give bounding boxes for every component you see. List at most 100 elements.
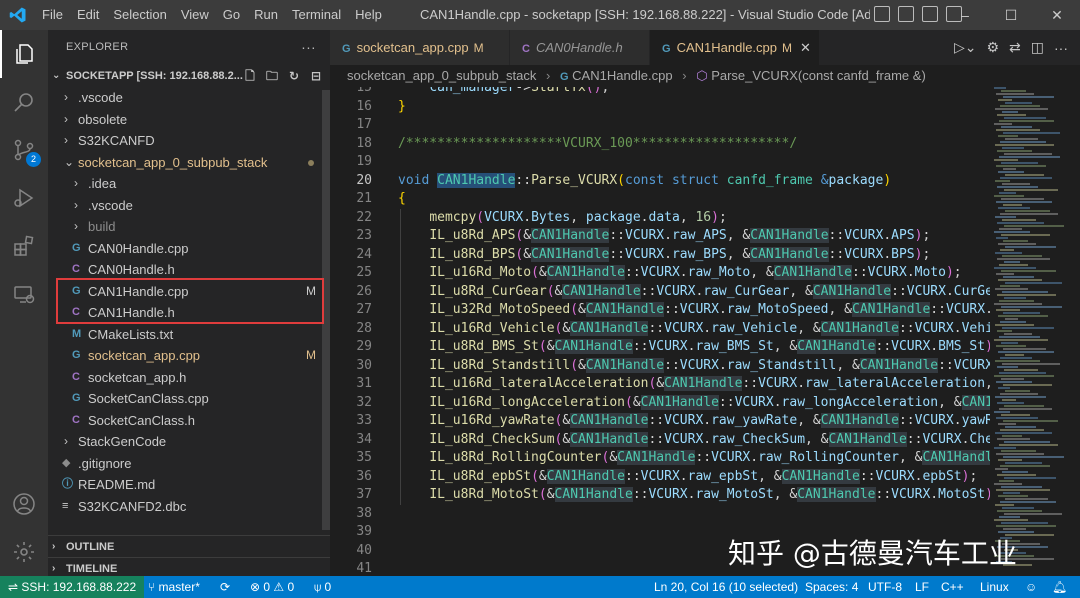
code-line[interactable]: 31 IL_u16Rd_lateralAcceleration(&CAN1Han…: [330, 375, 990, 394]
menu-go[interactable]: Go: [216, 0, 247, 30]
workspace-root[interactable]: ⌄ SOCKETAPP [SSH: 192.168.88.2... 🗋 🗀 ↻ …: [48, 65, 330, 87]
minimap-line: [999, 120, 1054, 122]
maximize-button[interactable]: ☐: [988, 0, 1034, 30]
tree-folder-stackgencode[interactable]: › StackGenCode: [48, 431, 330, 453]
tree-folder-idea[interactable]: › .idea: [48, 173, 330, 195]
code-line[interactable]: 38: [330, 505, 990, 524]
new-file-icon[interactable]: 🗋: [242, 68, 258, 84]
more-actions-icon[interactable]: ···: [301, 30, 316, 65]
code-line[interactable]: 28 IL_u16Rd_Vehicle(&CAN1Handle::VCURX.r…: [330, 319, 990, 338]
tree-file-socketcanclass-cpp[interactable]: G SocketCanClass.cpp: [48, 388, 330, 410]
close-button[interactable]: ✕: [1034, 0, 1080, 30]
collapse-all-icon[interactable]: ⊟: [308, 68, 324, 84]
ports-indicator[interactable]: ⍦ 0: [314, 576, 331, 598]
toggle-panel-icon[interactable]: [898, 6, 914, 22]
breadcrumb-file[interactable]: CAN1Handle.cpp: [572, 68, 672, 83]
source-control-icon[interactable]: 2: [0, 126, 48, 174]
platform[interactable]: Linux: [980, 576, 1009, 598]
minimap[interactable]: [990, 87, 1070, 576]
code-line[interactable]: 27 IL_u32Rd_MotoSpeed(&CAN1Handle::VCURX…: [330, 301, 990, 320]
tree-folder-vscode[interactable]: › .vscode: [48, 87, 330, 109]
code-line[interactable]: 19: [330, 153, 990, 172]
remote-explorer-icon[interactable]: [0, 270, 48, 318]
tree-file-cmakelists-txt[interactable]: M CMakeLists.txt: [48, 324, 330, 346]
code-line[interactable]: 33 IL_u16Rd_yawRate(&CAN1Handle::VCURX.r…: [330, 412, 990, 431]
code-line[interactable]: 34 IL_u8Rd_CheckSum(&CAN1Handle::VCURX.r…: [330, 430, 990, 449]
outline-section[interactable]: › OUTLINE: [48, 535, 330, 557]
tab-can1handle-cpp[interactable]: G CAN1Handle.cpp M ✕: [650, 30, 820, 65]
tree-file-can0handle-cpp[interactable]: G CAN0Handle.cpp: [48, 238, 330, 260]
search-icon[interactable]: [0, 78, 48, 126]
gear-icon[interactable]: ⚙: [986, 39, 999, 56]
tree-file-socketcan-app-h[interactable]: Csocketcan_app.h: [48, 367, 330, 389]
account-icon[interactable]: [0, 480, 48, 528]
minimize-button[interactable]: –: [942, 0, 988, 30]
language-mode[interactable]: C++: [941, 576, 964, 598]
code-line[interactable]: 24 IL_u8Rd_BPS(&CAN1Handle::VCURX.raw_BP…: [330, 245, 990, 264]
run-icon[interactable]: ▷⌄: [954, 39, 977, 56]
toggle-secondary-sidebar-icon[interactable]: [922, 6, 938, 22]
menu-view[interactable]: View: [174, 0, 216, 30]
breadcrumb-symbol[interactable]: Parse_VCURX(const canfd_frame &): [711, 68, 926, 83]
toggle-primary-sidebar-icon[interactable]: [874, 6, 890, 22]
tree-folder-socketcan-app-0-subpub-stack[interactable]: ⌄ socketcan_app_0_subpub_stack: [48, 152, 330, 174]
tree-folder-build[interactable]: › build: [48, 216, 330, 238]
window-title: CAN1Handle.cpp - socketapp [SSH: 192.168…: [420, 7, 870, 22]
tree-file-s32kcanfd2-dbc[interactable]: ≡ S32KCANFD2.dbc: [48, 496, 330, 518]
branch-indicator[interactable]: ⑂ master*: [148, 576, 200, 598]
code-line[interactable]: 21 {: [330, 190, 990, 209]
tab-can0handle-h[interactable]: C CAN0Handle.h: [510, 30, 650, 65]
code-line[interactable]: 18 /********************VCURX_100********…: [330, 135, 990, 154]
compare-icon[interactable]: ⇄: [1009, 39, 1021, 56]
refresh-icon[interactable]: ↻: [286, 68, 302, 84]
notifications-bell-icon[interactable]: 🔔︎: [1052, 576, 1067, 598]
explorer-icon[interactable]: [0, 30, 48, 78]
sync-icon[interactable]: ⟳: [220, 576, 230, 598]
code-line[interactable]: 15 can_manager->StartTx();: [330, 87, 990, 98]
tree-file-socketcan-app-cpp[interactable]: Gsocketcan_app.cpp M: [48, 345, 330, 367]
menu-help[interactable]: Help: [348, 0, 389, 30]
code-line[interactable]: 25 IL_u16Rd_Moto(&CAN1Handle::VCURX.raw_…: [330, 264, 990, 283]
encoding[interactable]: UTF-8: [868, 576, 902, 598]
tree-file-gitignore[interactable]: ◆ .gitignore: [48, 453, 330, 475]
menu-terminal[interactable]: Terminal: [285, 0, 348, 30]
run-debug-icon[interactable]: [0, 174, 48, 222]
code-line[interactable]: 37 IL_u8Rd_MotoSt(&CAN1Handle::VCURX.raw…: [330, 486, 990, 505]
code-line[interactable]: 22 memcpy(VCURX.Bytes, package.data, 16)…: [330, 208, 990, 227]
code-line[interactable]: 32 IL_u16Rd_longAcceleration(&CAN1Handle…: [330, 393, 990, 412]
tab-socketcan-app-cpp[interactable]: Gsocketcan_app.cpp M: [330, 30, 510, 65]
menu-run[interactable]: Run: [247, 0, 285, 30]
code-line[interactable]: 20 void CAN1Handle::Parse_VCURX(const str…: [330, 172, 990, 191]
tree-folder-vscode[interactable]: › .vscode: [48, 195, 330, 217]
code-line[interactable]: 36 IL_u8Rd_epbSt(&CAN1Handle::VCURX.raw_…: [330, 467, 990, 486]
indentation[interactable]: Spaces: 4: [805, 576, 858, 598]
menu-file[interactable]: File: [35, 0, 70, 30]
cursor-position[interactable]: Ln 20, Col 16 (10 selected): [654, 576, 798, 598]
menu-selection[interactable]: Selection: [106, 0, 173, 30]
code-editor[interactable]: 15 can_manager->StartTx(); 16} 17 18/******…: [330, 87, 990, 576]
tree-file-socketcanclass-h[interactable]: C SocketCanClass.h: [48, 410, 330, 432]
more-actions-icon[interactable]: ···: [1054, 40, 1068, 56]
tree-file-readme-md[interactable]: ⓘ README.md: [48, 474, 330, 496]
extensions-icon[interactable]: [0, 222, 48, 270]
code-line[interactable]: 30 IL_u8Rd_Standstill(&CAN1Handle::VCURX…: [330, 356, 990, 375]
feedback-icon[interactable]: ☺: [1025, 576, 1037, 598]
code-line[interactable]: 17: [330, 116, 990, 135]
new-folder-icon[interactable]: 🗀: [264, 68, 280, 84]
settings-gear-icon[interactable]: [0, 528, 48, 576]
code-line[interactable]: 29 IL_u8Rd_BMS_St(&CAN1Handle::VCURX.raw…: [330, 338, 990, 357]
line-ending[interactable]: LF: [915, 576, 929, 598]
tree-folder-s32kcanfd[interactable]: › S32KCANFD: [48, 130, 330, 152]
split-editor-icon[interactable]: ◫: [1031, 39, 1044, 56]
problems-indicator[interactable]: ⊗ 0 ⚠ 0: [250, 576, 294, 598]
close-tab-icon[interactable]: ✕: [800, 40, 811, 55]
editor-scrollbar[interactable]: [1070, 87, 1080, 576]
breadcrumb-folder[interactable]: socketcan_app_0_subpub_stack: [347, 68, 536, 83]
menu-edit[interactable]: Edit: [70, 0, 106, 30]
code-line[interactable]: 35 IL_u8Rd_RollingCounter(&CAN1Handle::V…: [330, 449, 990, 468]
code-line[interactable]: 23 IL_u8Rd_APS(&CAN1Handle::VCURX.raw_AP…: [330, 227, 990, 246]
code-line[interactable]: 16}: [330, 98, 990, 117]
remote-indicator[interactable]: ⇌ SSH: 192.168.88.222: [0, 576, 145, 598]
code-line[interactable]: 26 IL_u8Rd_CurGear(&CAN1Handle::VCURX.ra…: [330, 282, 990, 301]
tree-folder-obsolete[interactable]: › obsolete: [48, 109, 330, 131]
